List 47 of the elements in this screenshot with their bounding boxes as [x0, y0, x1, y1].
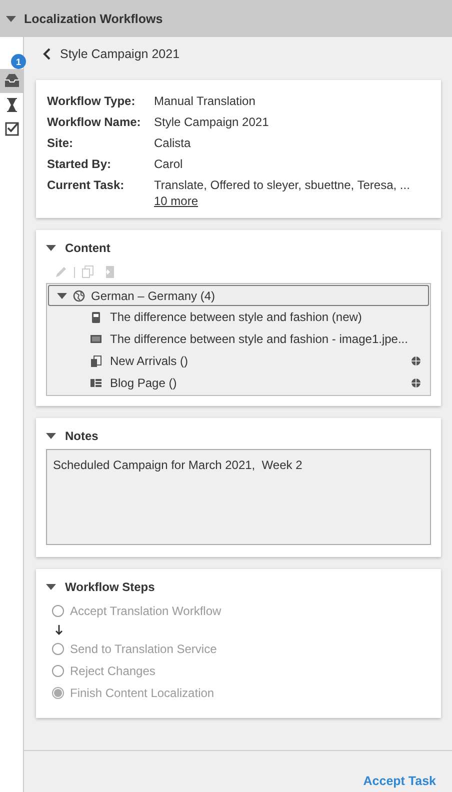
section-title: Notes: [65, 429, 98, 443]
field-label: Workflow Name:: [47, 115, 142, 131]
panel-title: Localization Workflows: [24, 12, 163, 26]
field-label: Current Task:: [47, 178, 126, 194]
rail-tab[interactable]: [0, 69, 24, 93]
step-label: Send to Translation Service: [70, 642, 217, 656]
step-label: Finish Content Localization: [70, 686, 214, 700]
tree-group-row[interactable]: German – Germany (4): [48, 285, 429, 306]
collapse-icon[interactable]: [46, 584, 56, 590]
field-value: Calista: [154, 136, 191, 150]
document-icon: [90, 311, 102, 323]
globe-icon: [73, 290, 85, 302]
list-icon: [90, 377, 102, 389]
step-label: Reject Changes: [70, 664, 156, 678]
count-badge: 1: [11, 54, 26, 69]
field-label: Site:: [47, 136, 74, 152]
notes-field[interactable]: Scheduled Campaign for March 2021, Week 2: [46, 449, 431, 545]
field-label: Workflow Type:: [47, 94, 136, 110]
radio-button[interactable]: [52, 687, 64, 699]
collapse-icon[interactable]: [57, 292, 67, 298]
content-item[interactable]: The difference between style and fashion (new): [110, 310, 421, 324]
inbox-icon: [3, 72, 21, 90]
field-label: Started By:: [47, 157, 112, 173]
field-value: Manual Translation: [154, 94, 256, 108]
group-label: German – Germany (4): [91, 288, 216, 302]
radio-button[interactable]: [52, 605, 64, 617]
content-item[interactable]: Blog Page (): [110, 376, 403, 390]
field-value: Style Campaign 2021: [154, 115, 269, 129]
content-item[interactable]: The difference between style and fashion - image1.jpe...: [110, 332, 421, 346]
collapse-icon[interactable]: [46, 245, 56, 251]
content-item[interactable]: New Arrivals (): [110, 354, 403, 368]
collapse-icon[interactable]: [46, 433, 56, 439]
step-label: Accept Translation Workflow: [70, 604, 222, 618]
collapse-icon[interactable]: [6, 16, 16, 22]
section-title: Workflow Steps: [65, 580, 155, 594]
more-link[interactable]: 10 more: [154, 194, 198, 208]
image-icon: [90, 333, 102, 345]
back-icon[interactable]: [43, 48, 51, 60]
down-arrow-icon: [55, 625, 63, 635]
pages-icon: [90, 355, 102, 367]
field-value: Carol: [154, 157, 183, 171]
page-title: Style Campaign 2021: [60, 47, 180, 61]
checkbox-icon: [3, 120, 21, 138]
radio-button[interactable]: [52, 643, 64, 655]
radio-button[interactable]: [52, 665, 64, 677]
field-value: Translate, Offered to sleyer, sbuettne, Teresa, ...: [154, 178, 410, 192]
section-title: Content: [65, 241, 110, 255]
